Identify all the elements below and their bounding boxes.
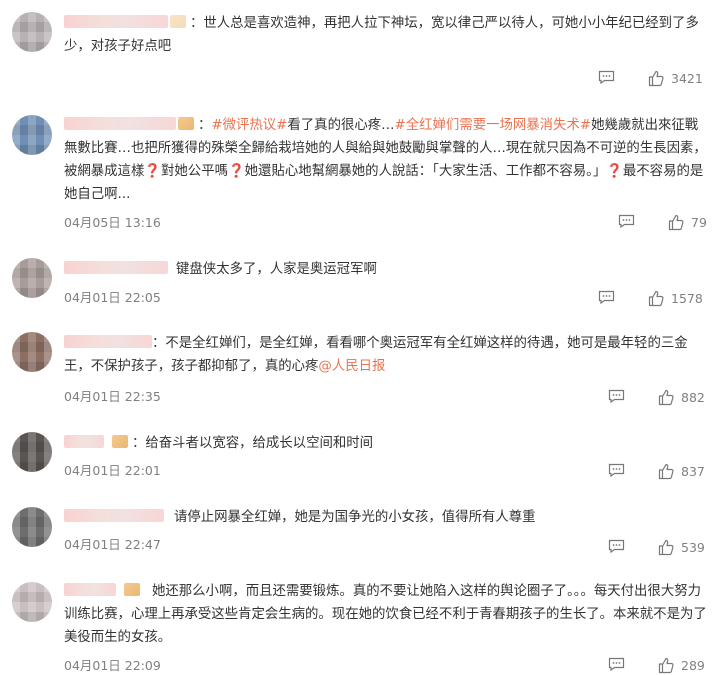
- reply-icon[interactable]: [608, 463, 625, 477]
- user-badge: [112, 435, 128, 448]
- avatar[interactable]: [12, 507, 52, 547]
- comment-actions: 882: [608, 387, 708, 407]
- user-badge: [124, 583, 140, 596]
- avatar[interactable]: [12, 332, 52, 372]
- thumbs-up-icon: [658, 389, 674, 405]
- like-count: 79: [691, 214, 707, 230]
- hashtag-link[interactable]: #微评热议#: [211, 118, 287, 133]
- comment-text: ：世人总是喜欢造神，再把人拉下神坛，宽以律己严以待人，可她小小年纪已经到了多少，…: [64, 15, 699, 54]
- like-button[interactable]: 837: [658, 461, 705, 481]
- comment-actions: 79: [618, 212, 708, 232]
- comment-text: ：给奋斗者以宽容，给成长以空间和时间: [64, 432, 708, 455]
- like-button[interactable]: 79: [668, 212, 707, 232]
- thumbs-up-icon: [668, 214, 684, 230]
- comment-time: 04月01日 22:05: [64, 290, 161, 305]
- comment-text: ：#微评热议#看了真的很心疼…#全红婵们需要一场网暴消失术#她幾歲就出來征戰無數…: [64, 117, 707, 202]
- comment-time: 04月05日 13:16: [64, 215, 161, 230]
- thumbs-up-icon: [648, 70, 664, 86]
- like-button[interactable]: 882: [658, 387, 705, 407]
- avatar[interactable]: [12, 582, 52, 622]
- comment-time: 04月01日 22:01: [64, 463, 161, 478]
- like-count: 882: [681, 389, 705, 405]
- thumbs-up-icon: [648, 290, 664, 306]
- comment-actions: 3421: [598, 68, 708, 88]
- reply-icon[interactable]: [608, 539, 625, 553]
- mention-link[interactable]: @人民日报: [318, 359, 385, 374]
- hashtag-link[interactable]: #全红婵们需要一场网暴消失术#: [395, 118, 592, 133]
- reply-icon[interactable]: [598, 70, 615, 84]
- comment-text: 她还那么小啊，而且还需要锻炼。真的不要让她陷入这样的舆论圈子了。。。每天付出很大…: [64, 583, 707, 645]
- question-emoji: ❓: [606, 164, 623, 179]
- thumbs-up-icon: [658, 463, 674, 479]
- avatar[interactable]: [12, 258, 52, 298]
- reply-icon[interactable]: [608, 657, 625, 671]
- like-count: 289: [681, 657, 705, 673]
- comment-actions: 289: [608, 655, 708, 675]
- reply-icon[interactable]: [598, 290, 615, 304]
- avatar[interactable]: [12, 115, 52, 155]
- like-button[interactable]: 3421: [648, 68, 703, 88]
- like-button[interactable]: 539: [658, 537, 705, 557]
- user-badge: [178, 117, 194, 130]
- thumbs-up-icon: [658, 539, 674, 555]
- avatar[interactable]: [12, 12, 52, 52]
- username-blurred[interactable]: [64, 509, 164, 522]
- user-badge: [170, 15, 186, 28]
- comment-time: 04月01日 22:09: [64, 658, 161, 673]
- question-emoji: ❓: [144, 164, 162, 179]
- like-count: 1578: [671, 290, 703, 306]
- username-blurred[interactable]: [64, 117, 176, 130]
- comment-actions: 1578: [598, 288, 708, 308]
- comment-text: ：不是全红婵们，是全红婵，看看哪个奥运冠军有全红婵这样的待遇，她可是最年轻的三金…: [64, 335, 688, 374]
- comment-time: 04月01日 22:35: [64, 389, 161, 404]
- username-blurred[interactable]: [64, 261, 168, 274]
- comment-time: 04月01日 22:47: [64, 537, 161, 552]
- username-blurred[interactable]: [64, 15, 168, 28]
- comment-actions: 837: [608, 461, 708, 481]
- reply-icon[interactable]: [608, 389, 625, 403]
- comment-text: 请停止网暴全红婵，她是为国争光的小女孩，值得所有人尊重: [64, 506, 708, 529]
- like-button[interactable]: 289: [658, 655, 705, 675]
- comment-text: 键盘侠太多了，人家是奥运冠军啊: [64, 258, 708, 281]
- thumbs-up-icon: [658, 657, 674, 673]
- like-count: 837: [681, 463, 705, 479]
- like-button[interactable]: 1578: [648, 288, 703, 308]
- like-count: 3421: [671, 70, 703, 86]
- avatar[interactable]: [12, 432, 52, 472]
- question-emoji: ❓: [227, 164, 245, 179]
- reply-icon[interactable]: [618, 214, 635, 228]
- comment-actions: 539: [608, 537, 708, 557]
- username-blurred[interactable]: [64, 583, 116, 596]
- username-blurred[interactable]: [64, 435, 104, 448]
- username-blurred[interactable]: [64, 335, 152, 348]
- like-count: 539: [681, 539, 705, 555]
